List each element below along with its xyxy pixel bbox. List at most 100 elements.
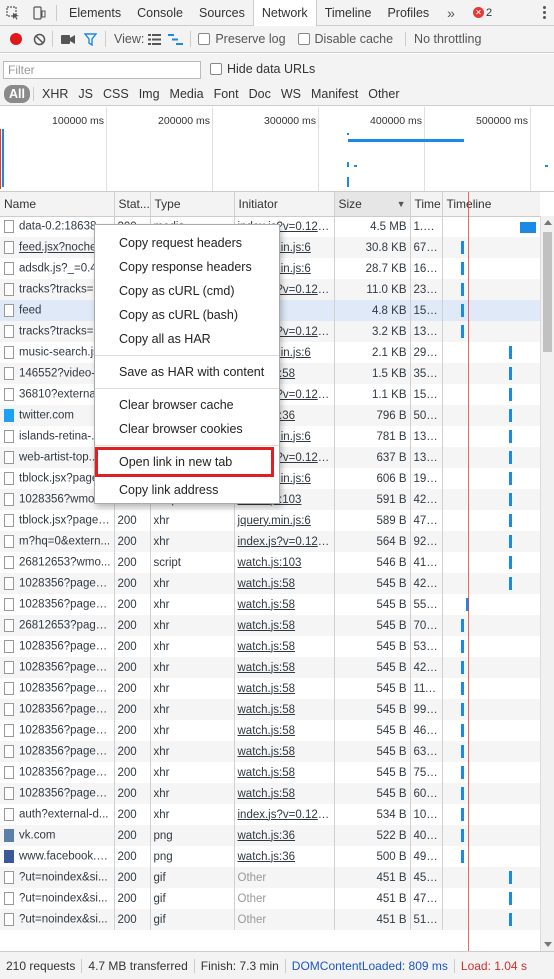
- throttling-select[interactable]: No throttling: [405, 32, 481, 46]
- waterfall-overview-icon[interactable]: [164, 33, 186, 45]
- column-header-time[interactable]: Time: [410, 192, 443, 217]
- request-initiator[interactable]: watch.js:58: [234, 783, 335, 804]
- column-header-initiator[interactable]: Initiator: [234, 192, 335, 217]
- table-row[interactable]: ?ut=noindex&si... 200 gif Other 451 B 51 ...: [0, 909, 540, 930]
- request-name-cell[interactable]: 1028356?page-u...: [0, 783, 115, 804]
- disable-cache-checkbox[interactable]: [297, 33, 310, 45]
- type-filter-all[interactable]: All: [4, 85, 30, 103]
- capture-screenshots-icon[interactable]: [57, 34, 79, 45]
- request-name-cell[interactable]: ?ut=noindex&si...: [0, 867, 115, 888]
- table-row[interactable]: ?ut=noindex&si... 200 gif Other 451 B 47 ...: [0, 888, 540, 909]
- request-initiator[interactable]: watch.js:58: [234, 657, 335, 678]
- request-name-cell[interactable]: 1028356?page-u...: [0, 636, 115, 657]
- request-initiator[interactable]: watch.js:36: [234, 825, 335, 846]
- menu-copy-response-headers[interactable]: Copy response headers: [95, 255, 279, 279]
- menu-open-link-in-new-tab[interactable]: Open link in new tab: [95, 447, 274, 477]
- table-row[interactable]: 1028356?page-u... 200 xhr watch.js:58 545 B 6…: [0, 783, 540, 804]
- request-name-cell[interactable]: m?hq=0&extern...: [0, 531, 115, 552]
- request-name-cell[interactable]: tblock.jsx?page=...: [0, 510, 115, 531]
- tab-console[interactable]: Console: [129, 0, 191, 25]
- table-row[interactable]: ?ut=noindex&si... 200 gif Other 451 B 45 ...: [0, 867, 540, 888]
- type-filter-xhr[interactable]: XHR: [37, 85, 73, 103]
- table-row[interactable]: www.facebook.c... 200 png watch.js:36 500 B 4…: [0, 846, 540, 867]
- filter-input[interactable]: [3, 61, 201, 79]
- table-row[interactable]: 1028356?page-u... 200 xhr watch.js:58 545 B 5…: [0, 594, 540, 615]
- column-header-type[interactable]: Type: [150, 192, 235, 217]
- table-row[interactable]: vk.com 200 png watch.js:36 522 B 40 ...: [0, 825, 540, 846]
- column-header-name[interactable]: Name: [0, 192, 115, 217]
- table-row[interactable]: 26812653?wmo... 200 script watch.js:103 546 …: [0, 552, 540, 573]
- more-tabs-icon[interactable]: »: [437, 0, 465, 25]
- request-initiator[interactable]: index.js?v=0.12.0...: [234, 531, 335, 552]
- request-name-cell[interactable]: 1028356?page-u...: [0, 573, 115, 594]
- menu-copy-as-curl-bash[interactable]: Copy as cURL (bash): [95, 303, 279, 327]
- request-name-cell[interactable]: www.facebook.c...: [0, 846, 115, 867]
- request-initiator[interactable]: jquery.min.js:6: [234, 510, 335, 531]
- menu-copy-request-headers[interactable]: Copy request headers: [95, 231, 279, 255]
- request-initiator[interactable]: watch.js:58: [234, 678, 335, 699]
- column-header-timeline[interactable]: Timeline: [442, 192, 540, 217]
- error-counter[interactable]: ✕ 2: [472, 7, 492, 19]
- table-row[interactable]: 1028356?page-u... 200 xhr watch.js:58 545 B 6…: [0, 741, 540, 762]
- request-initiator[interactable]: watch.js:36: [234, 846, 335, 867]
- tab-elements[interactable]: Elements: [61, 0, 129, 25]
- request-name-cell[interactable]: 26812653?page-...: [0, 615, 115, 636]
- request-initiator[interactable]: watch.js:58: [234, 636, 335, 657]
- menu-clear-browser-cache[interactable]: Clear browser cache: [95, 393, 279, 417]
- timeline-overview[interactable]: 100000 ms 200000 ms 300000 ms 400000 ms …: [0, 107, 554, 192]
- request-name-cell[interactable]: 1028356?page-u...: [0, 678, 115, 699]
- vertical-scrollbar[interactable]: [540, 216, 554, 951]
- tab-sources[interactable]: Sources: [191, 0, 253, 25]
- table-row[interactable]: 26812653?page-... 200 xhr watch.js:58 545 B 7…: [0, 615, 540, 636]
- request-initiator[interactable]: watch.js:58: [234, 615, 335, 636]
- filter-icon[interactable]: [79, 32, 101, 46]
- menu-copy-link-address[interactable]: Copy link address: [95, 478, 279, 502]
- type-filter-media[interactable]: Media: [165, 85, 209, 103]
- type-filter-font[interactable]: Font: [209, 85, 244, 103]
- request-name-cell[interactable]: ?ut=noindex&si...: [0, 888, 115, 909]
- type-filter-img[interactable]: Img: [134, 85, 165, 103]
- tab-timeline[interactable]: Timeline: [317, 0, 380, 25]
- scroll-down-icon[interactable]: [544, 942, 552, 947]
- clear-icon[interactable]: [30, 30, 48, 48]
- device-mode-icon[interactable]: [26, 1, 52, 25]
- table-row[interactable]: 1028356?page-u... 200 xhr watch.js:58 545 B 9…: [0, 699, 540, 720]
- type-filter-css[interactable]: CSS: [98, 85, 134, 103]
- type-filter-manifest[interactable]: Manifest: [306, 85, 363, 103]
- type-filter-js[interactable]: JS: [73, 85, 98, 103]
- table-row[interactable]: 1028356?page-u... 200 xhr watch.js:58 545 B 5…: [0, 636, 540, 657]
- table-row[interactable]: m?hq=0&extern... 200 xhr index.js?v=0.12.0.…: [0, 531, 540, 552]
- hide-data-urls-checkbox[interactable]: [210, 63, 222, 75]
- type-filter-other[interactable]: Other: [363, 85, 404, 103]
- menu-clear-browser-cookies[interactable]: Clear browser cookies: [95, 417, 279, 441]
- large-rows-icon[interactable]: [144, 33, 164, 45]
- request-name-cell[interactable]: auth?external-d...: [0, 804, 115, 825]
- preserve-log-checkbox[interactable]: [198, 33, 211, 45]
- table-row[interactable]: auth?external-d... 200 xhr index.js?v=0.12.…: [0, 804, 540, 825]
- request-initiator[interactable]: watch.js:58: [234, 699, 335, 720]
- request-name-cell[interactable]: 1028356?page-u...: [0, 720, 115, 741]
- hide-data-urls-toggle[interactable]: Hide data URLs: [210, 62, 315, 76]
- table-row[interactable]: 1028356?page-u... 200 xhr watch.js:58 545 B 1…: [0, 678, 540, 699]
- request-name-cell[interactable]: 26812653?wmo...: [0, 552, 115, 573]
- column-header-size[interactable]: Size ▼: [334, 192, 411, 217]
- request-name-cell[interactable]: vk.com: [0, 825, 115, 846]
- menu-copy-all-as-har[interactable]: Copy all as HAR: [95, 327, 279, 351]
- table-row[interactable]: 1028356?page-u... 200 xhr watch.js:58 545 B 4…: [0, 657, 540, 678]
- request-name-cell[interactable]: ?ut=noindex&si...: [0, 909, 115, 930]
- table-row[interactable]: tblock.jsx?page=... 200 xhr jquery.min.js:6…: [0, 510, 540, 531]
- scrollbar-thumb[interactable]: [543, 232, 552, 352]
- table-row[interactable]: 1028356?page-u... 200 xhr watch.js:58 545 B 7…: [0, 762, 540, 783]
- request-initiator[interactable]: watch.js:58: [234, 573, 335, 594]
- tab-profiles[interactable]: Profiles: [379, 0, 437, 25]
- table-row[interactable]: 1028356?page-u... 200 xhr watch.js:58 545 B 4…: [0, 720, 540, 741]
- record-button[interactable]: [10, 33, 22, 45]
- request-initiator[interactable]: watch.js:58: [234, 594, 335, 615]
- table-row[interactable]: 1028356?page-u... 200 xhr watch.js:58 545 B 4…: [0, 573, 540, 594]
- request-initiator[interactable]: index.js?v=0.12.0...: [234, 804, 335, 825]
- request-name-cell[interactable]: 1028356?page-u...: [0, 594, 115, 615]
- request-name-cell[interactable]: 1028356?page-u...: [0, 762, 115, 783]
- request-initiator[interactable]: watch.js:103: [234, 552, 335, 573]
- request-name-cell[interactable]: 1028356?page-u...: [0, 741, 115, 762]
- request-name-cell[interactable]: 1028356?page-u...: [0, 657, 115, 678]
